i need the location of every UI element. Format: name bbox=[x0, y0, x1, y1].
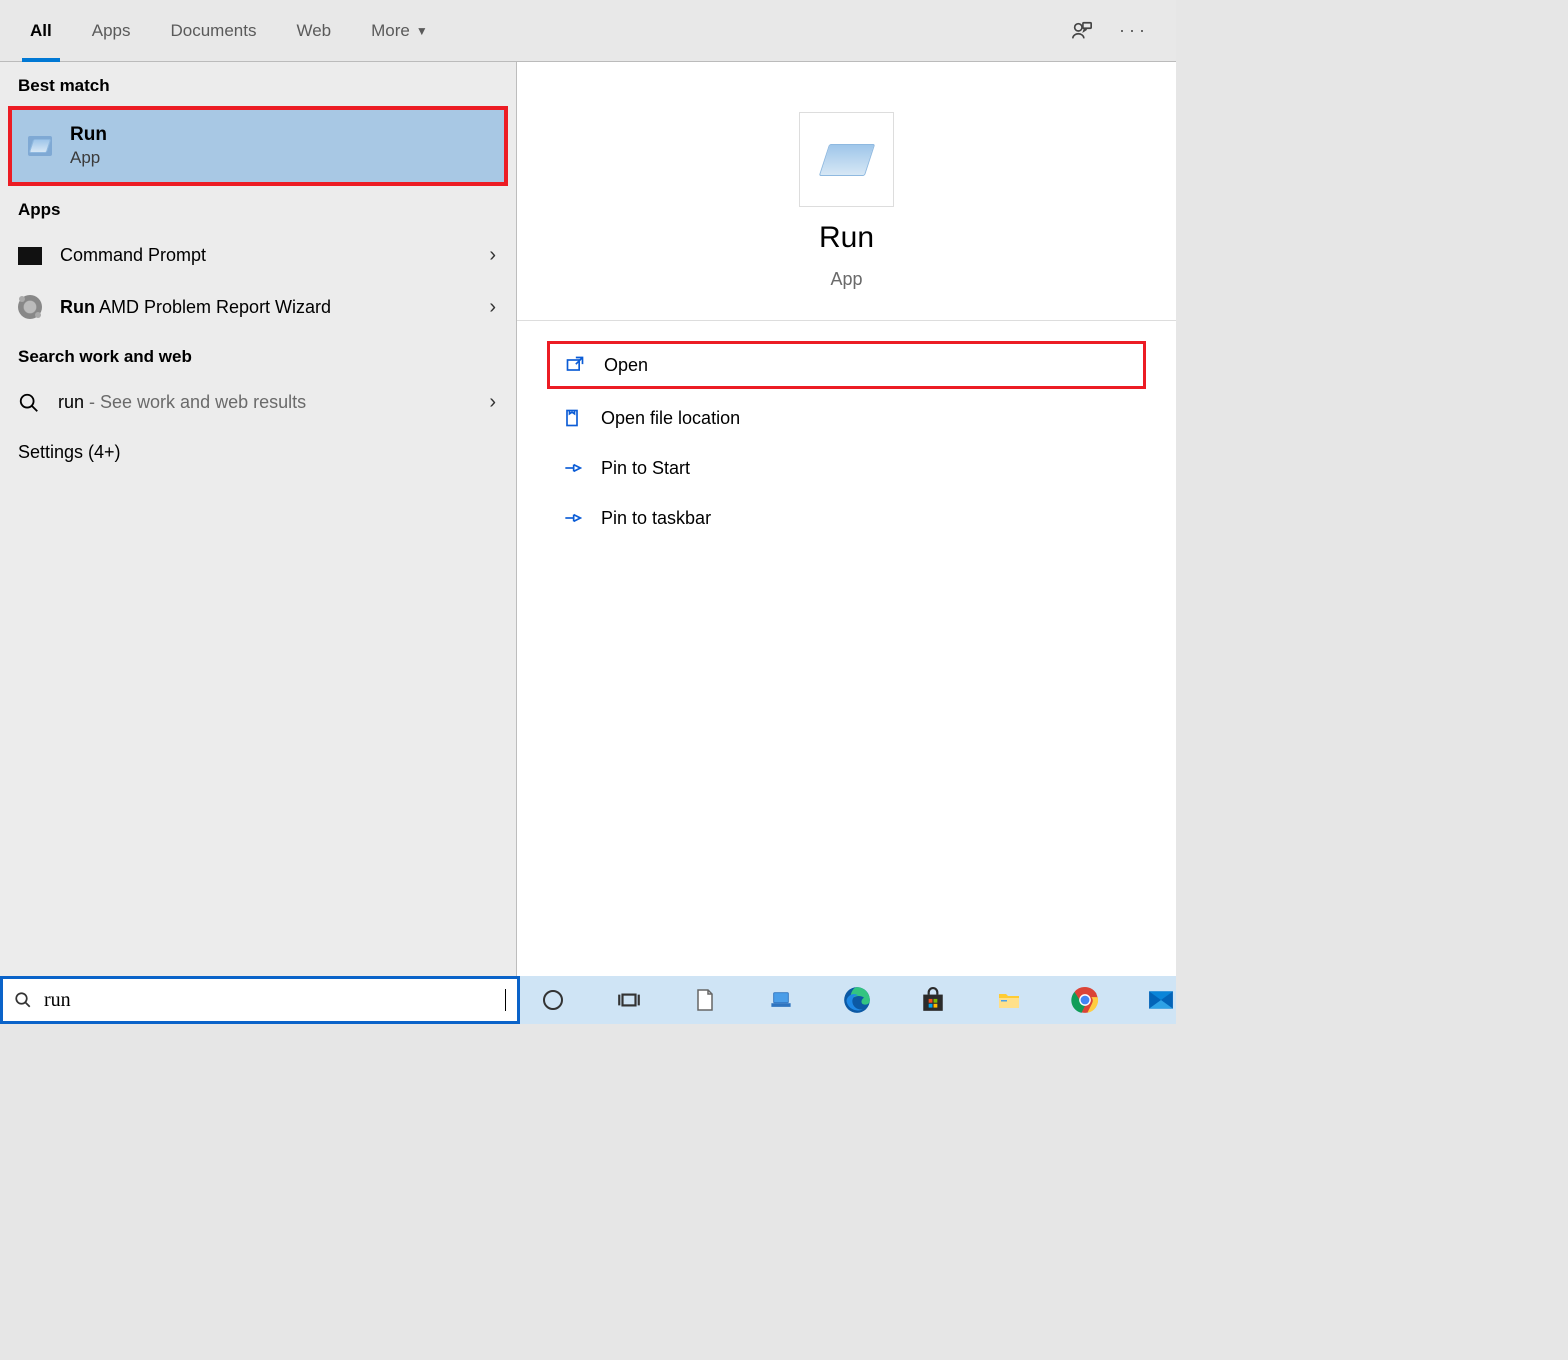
mail-icon[interactable] bbox=[1146, 985, 1176, 1015]
tab-all[interactable]: All bbox=[10, 0, 72, 61]
result-run-app[interactable]: Run App bbox=[12, 110, 504, 182]
taskbar-search-box[interactable] bbox=[0, 976, 520, 1024]
search-web-header: Search work and web bbox=[0, 333, 516, 377]
terminal-icon bbox=[18, 247, 42, 265]
search-input[interactable] bbox=[44, 989, 499, 1012]
preview-title: Run bbox=[819, 221, 874, 255]
feedback-icon[interactable] bbox=[1070, 19, 1094, 43]
pin-icon bbox=[561, 507, 583, 529]
tab-web[interactable]: Web bbox=[276, 0, 351, 61]
highlight-best-match: Run App bbox=[8, 106, 508, 186]
amd-icon bbox=[18, 295, 42, 319]
action-open-file-location[interactable]: Open file location bbox=[547, 397, 1146, 439]
result-title: Run bbox=[70, 124, 107, 146]
libreoffice-icon[interactable] bbox=[690, 985, 720, 1015]
edge-icon[interactable] bbox=[842, 985, 872, 1015]
result-amd-wizard[interactable]: Run AMD Problem Report Wizard › bbox=[0, 281, 516, 333]
run-icon bbox=[28, 136, 52, 156]
preview-subtitle: App bbox=[830, 269, 862, 290]
file-explorer-icon[interactable] bbox=[994, 985, 1024, 1015]
result-command-prompt[interactable]: Command Prompt › bbox=[0, 230, 516, 281]
apps-header: Apps bbox=[0, 186, 516, 230]
chevron-right-icon: › bbox=[489, 391, 496, 414]
action-pin-start[interactable]: Pin to Start bbox=[547, 447, 1146, 489]
folder-icon bbox=[561, 407, 583, 429]
pin-icon bbox=[561, 457, 583, 479]
chrome-icon[interactable] bbox=[1070, 985, 1100, 1015]
tab-more[interactable]: More▼ bbox=[351, 0, 448, 61]
chevron-down-icon: ▼ bbox=[416, 24, 428, 38]
search-icon bbox=[14, 991, 32, 1009]
text-caret bbox=[505, 989, 506, 1011]
action-pin-taskbar[interactable]: Pin to taskbar bbox=[547, 497, 1146, 539]
action-open[interactable]: Open bbox=[547, 341, 1146, 389]
result-subtitle: App bbox=[70, 148, 107, 168]
taskbar bbox=[0, 976, 1176, 1024]
laptop-icon[interactable] bbox=[766, 985, 796, 1015]
search-filter-tabs: All Apps Documents Web More▼ ··· bbox=[0, 0, 1176, 62]
search-icon bbox=[18, 392, 40, 414]
store-icon[interactable] bbox=[918, 985, 948, 1015]
best-match-header: Best match bbox=[0, 62, 516, 106]
result-settings-more[interactable]: Settings (4+) bbox=[0, 428, 516, 477]
preview-pane: Run App Open Open file location bbox=[517, 62, 1176, 976]
result-web-run[interactable]: run - See work and web results › bbox=[0, 377, 516, 428]
more-options-icon[interactable]: ··· bbox=[1122, 19, 1146, 43]
open-icon bbox=[564, 354, 586, 376]
task-view-icon[interactable] bbox=[614, 985, 644, 1015]
results-list: Best match Run App Apps Command Prompt ›… bbox=[0, 62, 517, 976]
tab-apps[interactable]: Apps bbox=[72, 0, 151, 61]
chevron-right-icon: › bbox=[489, 244, 496, 267]
preview-app-icon bbox=[799, 112, 894, 207]
tab-documents[interactable]: Documents bbox=[150, 0, 276, 61]
cortana-icon[interactable] bbox=[538, 985, 568, 1015]
chevron-right-icon: › bbox=[489, 296, 496, 319]
